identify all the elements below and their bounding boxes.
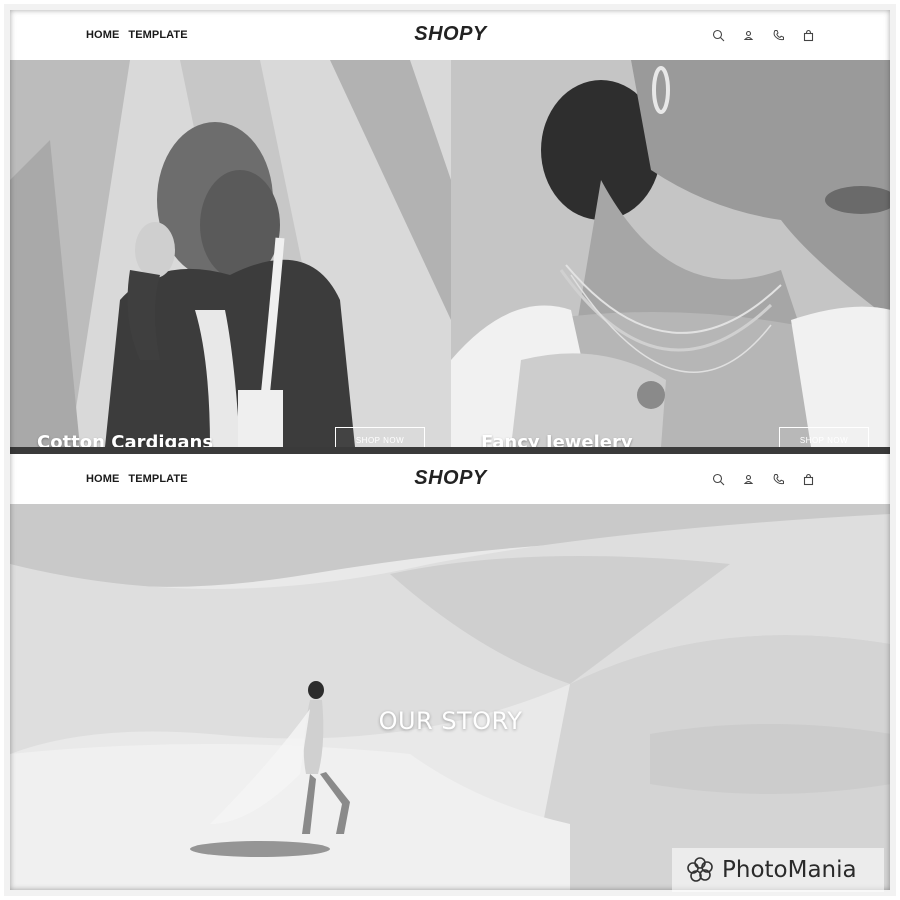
user-icon[interactable] (742, 29, 755, 42)
story-title: OUR STORY (378, 707, 523, 735)
search-icon[interactable] (712, 473, 725, 486)
screenshot-top: HOME TEMPLATE SHOPY Cotton Cardigans SHO… (10, 10, 891, 447)
main-nav: HOME TEMPLATE (86, 10, 188, 60)
desert-photo (10, 504, 891, 890)
brand-logo[interactable]: SHOPY (414, 467, 487, 490)
site-header: HOME TEMPLATE SHOPY (10, 10, 891, 60)
tile-title: Fancy Jewelery (481, 432, 633, 447)
cardigan-photo (10, 60, 451, 447)
jewelry-photo (451, 60, 891, 447)
user-icon[interactable] (742, 473, 755, 486)
photomania-watermark: PhotoMania (672, 848, 884, 892)
bag-icon[interactable] (802, 29, 815, 42)
nav-link-home[interactable]: HOME (86, 29, 119, 41)
divider (10, 447, 891, 454)
nav-link-template[interactable]: TEMPLATE (128, 473, 187, 485)
watermark-text: PhotoMania (722, 857, 857, 883)
hero-tile-jewelry[interactable]: Fancy Jewelery SHOP NOW (451, 60, 891, 447)
screenshot-bottom: HOME TEMPLATE SHOPY OUR STORY (10, 454, 891, 890)
nav-link-template[interactable]: TEMPLATE (128, 29, 187, 41)
flower-logo-icon (687, 857, 713, 882)
site-header: HOME TEMPLATE SHOPY (10, 454, 891, 504)
phone-icon[interactable] (772, 29, 785, 42)
nav-link-home[interactable]: HOME (86, 473, 119, 485)
shop-now-button[interactable]: SHOP NOW (779, 427, 869, 447)
story-hero: OUR STORY (10, 504, 891, 890)
main-nav: HOME TEMPLATE (86, 454, 188, 504)
bag-icon[interactable] (802, 473, 815, 486)
brand-logo[interactable]: SHOPY (414, 23, 487, 46)
header-icons (712, 454, 815, 504)
hero-tile-cardigans[interactable]: Cotton Cardigans SHOP NOW (10, 60, 451, 447)
phone-icon[interactable] (772, 473, 785, 486)
search-icon[interactable] (712, 29, 725, 42)
tile-title: Cotton Cardigans (37, 432, 214, 447)
header-icons (712, 10, 815, 60)
shop-now-button[interactable]: SHOP NOW (335, 427, 425, 447)
